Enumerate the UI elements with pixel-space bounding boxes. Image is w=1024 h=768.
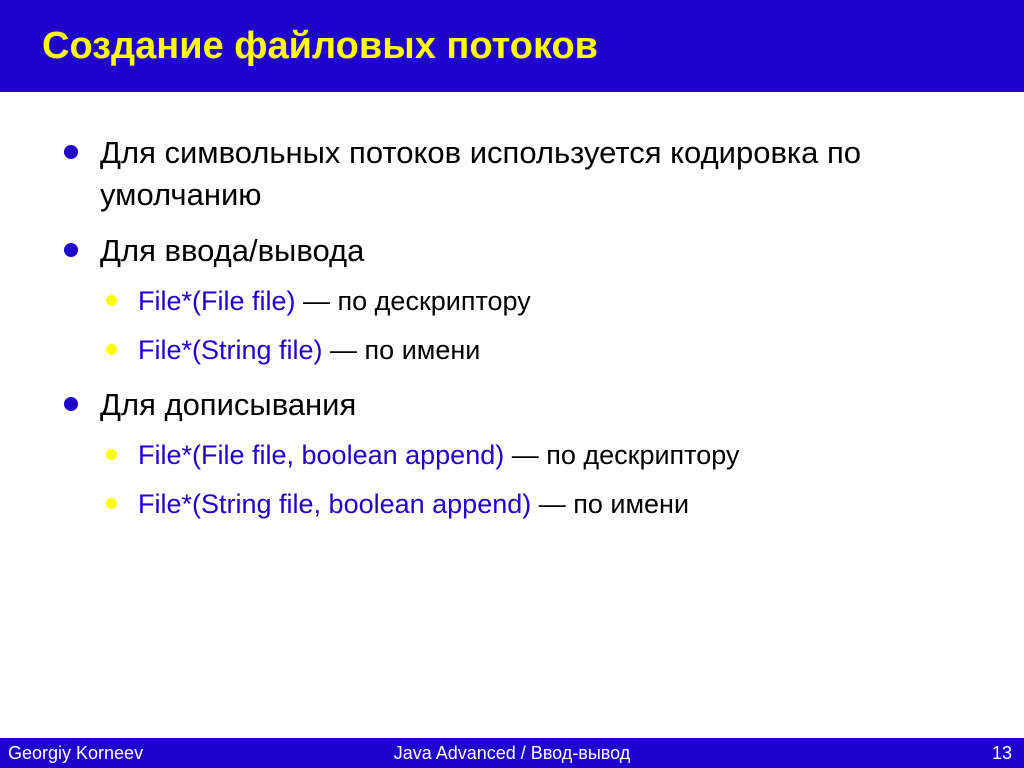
sub-bullet-list: File*(File file) — по дескриптору File*(… [100, 282, 964, 370]
bullet-list: Для символьных потоков используется коди… [60, 132, 964, 524]
api-signature: File*(String file, boolean append) [138, 489, 531, 519]
title-bar: Создание файловых потоков [0, 0, 1024, 92]
bullet-rest: — по дескриптору [296, 286, 531, 316]
bullet-rest: — по имени [323, 335, 481, 365]
footer-author: Georgiy Korneev [8, 743, 143, 764]
sub-bullet-list: File*(File file, boolean append) — по де… [100, 436, 964, 524]
api-signature: File*(File file, boolean append) [138, 440, 504, 470]
slide-content: Для символьных потоков используется коди… [0, 92, 1024, 524]
bullet-rest: — по имени [531, 489, 689, 519]
sub-bullet-item: File*(File file) — по дескриптору [100, 282, 964, 321]
slide-title: Создание файловых потоков [42, 25, 598, 68]
bullet-rest: — по дескриптору [504, 440, 739, 470]
sub-bullet-item: File*(File file, boolean append) — по де… [100, 436, 964, 475]
api-signature: File*(String file) [138, 335, 323, 365]
slide: Создание файловых потоков Для символьных… [0, 0, 1024, 768]
bullet-text: Для дописывания [100, 387, 356, 422]
bullet-text: Для символьных потоков используется коди… [100, 135, 861, 212]
bullet-item: Для ввода/вывода File*(File file) — по д… [60, 230, 964, 370]
footer-course: Java Advanced / Ввод-вывод [0, 743, 1024, 764]
api-signature: File*(File file) [138, 286, 296, 316]
bullet-item: Для дописывания File*(File file, boolean… [60, 384, 964, 524]
sub-bullet-item: File*(String file, boolean append) — по … [100, 485, 964, 524]
footer-page: 13 [992, 743, 1012, 764]
bullet-text: Для ввода/вывода [100, 233, 364, 268]
footer: Georgiy Korneev Java Advanced / Ввод-выв… [0, 738, 1024, 768]
bullet-item: Для символьных потоков используется коди… [60, 132, 964, 216]
sub-bullet-item: File*(String file) — по имени [100, 331, 964, 370]
